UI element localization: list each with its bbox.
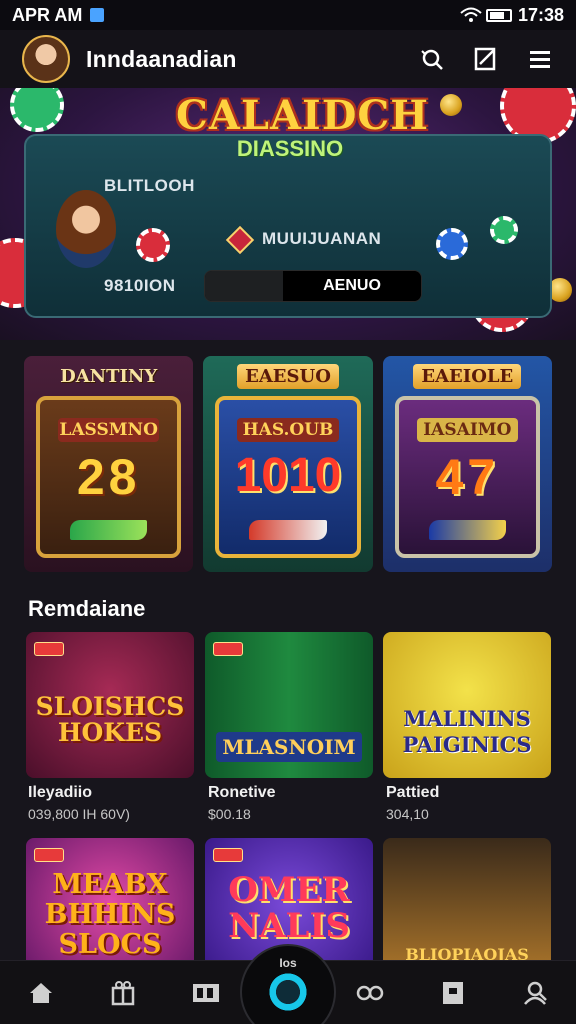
- hero-banner[interactable]: CALAIDCH DIASSINO: [0, 88, 576, 340]
- game-badge: [213, 848, 243, 862]
- hero-line-3: 9810ION: [104, 276, 176, 295]
- game-meta: $00.18: [208, 806, 251, 822]
- game-thumb-title: SLOISHCS HOKES: [35, 692, 185, 747]
- reel-decoration: [70, 520, 148, 540]
- hero-line-1: BLITLOOH: [104, 176, 195, 195]
- hero-portrait: [56, 190, 116, 268]
- section-title: Remdaiane: [28, 596, 146, 621]
- page-title: Inndaanadian: [86, 45, 237, 72]
- wifi-icon: [460, 7, 482, 22]
- reel-title: LASSMNO: [58, 418, 160, 442]
- featured-slots-row: DANTINY LASSMNO 28 EAESUO HAS.OUB 1010 E…: [24, 356, 552, 572]
- status-bar: APR AM 17:38: [0, 0, 576, 30]
- reel-numbers: 28: [76, 449, 141, 505]
- status-right: 17:38: [460, 5, 564, 26]
- header-actions: [418, 45, 554, 73]
- slot-reel: IASAIMO 47: [394, 396, 540, 558]
- game-card[interactable]: MEABX BHHINS SLOCS: [26, 838, 194, 968]
- profile-icon: [523, 981, 547, 1005]
- slot-label-text: EAESUO: [237, 364, 339, 389]
- search-icon[interactable]: [418, 45, 446, 73]
- app-header: Inndaanadian: [0, 30, 576, 88]
- game-meta: 304,10: [386, 806, 429, 822]
- avatar[interactable]: [22, 35, 70, 83]
- slot-reel: LASSMNO 28: [36, 396, 182, 558]
- game-thumbnail: BLIOPIAOJAS: [383, 838, 551, 968]
- game-thumb-title: MEABX BHHINS SLOCS: [44, 869, 176, 960]
- game-card[interactable]: BLIOPIAOJAS: [383, 838, 551, 968]
- hero-line-2: MUUIJUANAN: [262, 229, 382, 248]
- game-thumbnail: MLASNOIM: [205, 632, 373, 778]
- gift-icon: [112, 980, 135, 1005]
- featured-slot-card[interactable]: EAEIOLE IASAIMO 47: [382, 356, 552, 572]
- app-notification-icon: [90, 8, 105, 22]
- center-play-icon: [267, 971, 309, 1013]
- toggle-right-segment[interactable]: AENUO: [283, 271, 421, 301]
- slot-label: EAESUO: [203, 364, 372, 389]
- poker-chip-icon: [436, 228, 468, 260]
- status-left: APR AM: [12, 4, 105, 26]
- game-thumb-title: MALININS PAIGINICS: [402, 706, 532, 757]
- share-icon[interactable]: [472, 45, 500, 73]
- status-time-right: 17:38: [517, 4, 564, 25]
- tab-home[interactable]: [9, 961, 73, 1024]
- game-thumbnail: MALININS PAIGINICS: [383, 632, 551, 778]
- game-badge: [34, 642, 64, 656]
- featured-slot-card[interactable]: DANTINY LASSMNO 28: [24, 356, 194, 572]
- tab-gift[interactable]: [91, 961, 155, 1024]
- center-label: Ios: [279, 956, 297, 970]
- menu-icon[interactable]: [526, 45, 554, 73]
- reel-title: HAS.OUB: [237, 418, 339, 442]
- game-card[interactable]: MALININS PAIGINICS: [383, 632, 551, 778]
- game-name: Ronetive: [208, 784, 276, 801]
- logo-sub: DIASSINO: [236, 136, 344, 161]
- tab-wallet[interactable]: [421, 961, 485, 1024]
- game-thumbnail: SLOISHCS HOKES: [26, 632, 194, 778]
- reel-title: IASAIMO: [416, 418, 518, 442]
- cards-icon: [357, 985, 384, 1000]
- coin-icon: [440, 94, 462, 116]
- center-play-button[interactable]: Ios: [240, 944, 336, 1024]
- reel-numbers: 47: [435, 449, 500, 505]
- tab-cards[interactable]: [338, 961, 402, 1024]
- slot-reel: HAS.OUB 1010: [215, 396, 361, 558]
- casino-logo: CALAIDCH DIASSINO: [176, 92, 430, 162]
- status-icons: [460, 7, 512, 23]
- poker-chip-icon: [10, 88, 64, 132]
- game-thumb-title: OMER NALIS: [228, 870, 350, 946]
- hero-toggle[interactable]: AENUO: [204, 270, 422, 302]
- status-time-left: APR AM: [12, 4, 83, 25]
- game-card[interactable]: SLOISHCS HOKES: [26, 632, 194, 778]
- game-badge: [213, 642, 243, 656]
- home-icon: [30, 982, 53, 1003]
- slot-label: DANTINY: [60, 366, 158, 387]
- wallet-icon: [442, 981, 463, 1004]
- slot-label-text: EAEIOLE: [413, 364, 522, 389]
- reel-numbers: 1010: [234, 449, 342, 502]
- reel-decoration: [428, 520, 506, 540]
- featured-slot-card[interactable]: EAESUO HAS.OUB 1010: [203, 356, 373, 572]
- slot-label: EAEIOLE: [383, 364, 552, 389]
- logo-main: CALAIDCH: [176, 92, 430, 139]
- poker-chip-icon: [136, 228, 170, 262]
- game-meta: 039,800 IH 60V): [28, 806, 130, 822]
- reel-decoration: [249, 520, 327, 540]
- tab-profile[interactable]: [503, 961, 567, 1024]
- battery-icon: [485, 8, 512, 22]
- game-thumbnail: MEABX BHHINS SLOCS: [26, 838, 194, 968]
- game-name: Pattied: [386, 784, 440, 801]
- tab-slots[interactable]: [174, 961, 238, 1024]
- game-name: Ileyadiio: [28, 784, 93, 801]
- poker-chip-icon: [490, 216, 518, 244]
- game-badge: [34, 848, 64, 862]
- game-card[interactable]: MLASNOIM: [205, 632, 373, 778]
- toggle-left-segment[interactable]: [205, 271, 283, 301]
- game-thumb-title: MLASNOIM: [216, 732, 362, 762]
- slots-icon: [192, 983, 219, 1002]
